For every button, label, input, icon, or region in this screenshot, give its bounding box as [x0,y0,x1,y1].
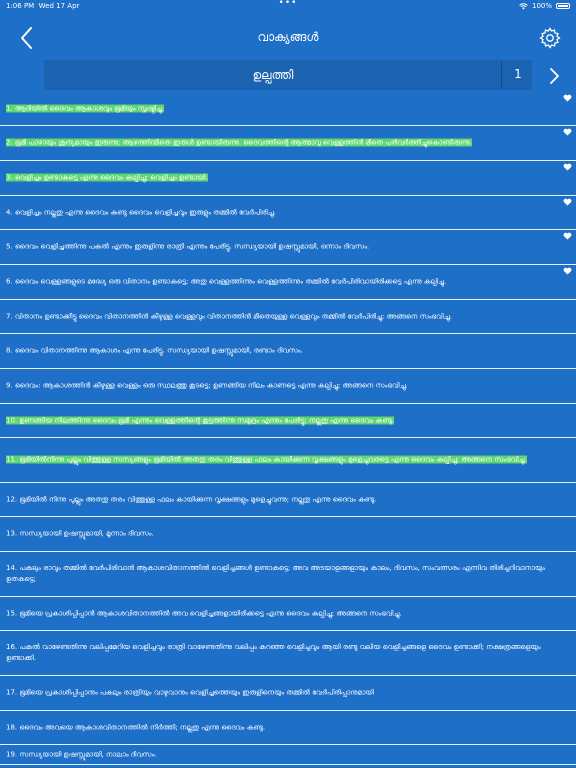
verse-text-span: 7. വിതാനം ഉണ്ടാക്കീട്ടു ദൈവം വിതാനത്തിൻ … [6,312,452,320]
verse-text-span: 19. സന്ധ്യയായി ഉഷസ്സുമായി, നാലാം ദിവസം. [6,750,157,758]
verse-row[interactable]: 4. വെളിച്ചം നല്ലതു എന്നു ദൈവം കണ്ടു ദൈവം… [0,196,576,230]
verse-text: 10. ഉണങ്ങിയ നിലത്തിന്നു ദൈവം ഭൂമി എന്നും… [6,415,558,426]
heart-icon[interactable] [563,198,572,206]
status-bar: 1:06 PM Wed 17 Apr ••• 100% [0,0,576,12]
verse-text-span: 17. ഭൂമിയെ പ്രകാശിപ്പിപ്പാനും പകലും രാത്… [6,688,374,697]
verse-text-span: 15. ഭൂമിയെ പ്രകാശിപ്പിപ്പാൻ ആകാശവിതാനത്ത… [6,609,402,617]
verse-row[interactable]: 13. സന്ധ്യയായി ഉഷസ്സുമായി, മൂന്നാം ദിവസം… [0,517,576,552]
verse-row[interactable]: 9. ദൈവം: ആകാശത്തിൻ കീഴുള്ള വെള്ളം ഒരു സ്… [0,369,576,404]
verse-text: 9. ദൈവം: ആകാശത്തിൻ കീഴുള്ള വെള്ളം ഒരു സ്… [6,381,558,392]
verse-text: 3. വെളിച്ചം ഉണ്ടാകട്ടെ എന്നു ദൈവം കല്പിച… [6,173,558,184]
verse-text-span: 2. ഭൂമി പാഴായും ശൂന്യമായും ഇരുന്നു; ആഴത്… [6,138,472,147]
verse-row[interactable]: 10. ഉണങ്ങിയ നിലത്തിന്നു ദൈവം ഭൂമി എന്നും… [0,404,576,438]
heart-icon[interactable] [563,128,572,136]
verse-text: 12. ഭൂമിയിൽ നിന്നു പുല്ലും അതതു തരം വിത്… [6,494,558,505]
verse-text: 5. ദൈവം വെളിച്ചത്തിന്നു പകൽ എന്നും ഇരുളി… [6,242,558,253]
verse-text-span: 18. ദൈവം അവയെ ആകാശവിതാനത്തിൽ നിർത്തി; നല… [6,723,266,731]
verse-text: 18. ദൈവം അവയെ ആകാശവിതാനത്തിൽ നിർത്തി; നല… [6,722,558,733]
chapter-selector[interactable]: ഉല്പത്തി 1 [44,60,532,90]
verse-text: 16. പകൽ വാഴേണ്ടതിന്നു വലിപ്പമേറിയ വെളിച്… [6,642,558,664]
verse-text-span: 1. ആദിയിൽ ദൈവം ആകാശവും ഭൂമിയും സൃഷ്ടിച്ച… [6,104,165,112]
verse-row[interactable]: 18. ദൈവം അവയെ ആകാശവിതാനത്തിൽ നിർത്തി; നല… [0,711,576,745]
verse-text: 1. ആദിയിൽ ദൈവം ആകാശവും ഭൂമിയും സൃഷ്ടിച്ച… [6,103,558,114]
chapter-number[interactable]: 1 [504,67,532,81]
verse-row[interactable]: 16. പകൽ വാഴേണ്ടതിന്നു വലിപ്പമേറിയ വെളിച്… [0,631,576,676]
verse-text-span: 10. ഉണങ്ങിയ നിലത്തിന്നു ദൈവം ഭൂമി എന്നും… [6,416,395,424]
verse-text: 15. ഭൂമിയെ പ്രകാശിപ്പിപ്പാൻ ആകാശവിതാനത്ത… [6,608,558,619]
book-title[interactable]: ഉല്പത്തി [44,68,502,83]
verse-row[interactable]: 11. ഭൂമിയിൽനിന്നു പുല്ലും വിത്തുള്ള സസ്യ… [0,438,576,483]
verse-text: 17. ഭൂമിയെ പ്രകാശിപ്പിപ്പാനും പകലും രാത്… [6,688,558,699]
verse-text-span: 11. ഭൂമിയിൽനിന്നു പുല്ലും വിത്തുള്ള സസ്യ… [6,455,527,464]
verse-row[interactable]: 7. വിതാനം ഉണ്ടാക്കീട്ടു ദൈവം വിതാനത്തിൻ … [0,300,576,334]
verse-row[interactable]: 6. ദൈവം വെള്ളങ്ങളുടെ മദ്ധ്യേ ഒരു വിതാനം … [0,265,576,300]
verse-row[interactable]: 2. ഭൂമി പാഴായും ശൂന്യമായും ഇരുന്നു; ആഴത്… [0,126,576,161]
verse-text: 2. ഭൂമി പാഴായും ശൂന്യമായും ഇരുന്നു; ആഴത്… [6,138,558,149]
verse-row[interactable]: 8. ദൈവം വിതാനത്തിന്നു ആകാശം എന്നു പേരിട്… [0,334,576,369]
settings-button[interactable] [538,26,562,50]
heart-icon[interactable] [563,163,572,171]
next-chapter-button[interactable] [544,64,564,88]
verse-text: 14. പകലും രാവും തമ്മിൽ വേർപിരിവാൻ ആകാശവി… [6,563,558,585]
verse-text: 4. വെളിച്ചം നല്ലതു എന്നു ദൈവം കണ്ടു ദൈവം… [6,207,558,218]
verse-row[interactable]: 14. പകലും രാവും തമ്മിൽ വേർപിരിവാൻ ആകാശവി… [0,552,576,597]
verse-text-span: 8. ദൈവം വിതാനത്തിന്നു ആകാശം എന്നു പേരിട്… [6,346,303,355]
wifi-icon [519,2,528,9]
verse-text: 19. സന്ധ്യയായി ഉഷസ്സുമായി, നാലാം ദിവസം. [6,749,558,760]
verse-row[interactable]: 3. വെളിച്ചം ഉണ്ടാകട്ടെ എന്നു ദൈവം കല്പിച… [0,161,576,196]
verse-list: 1. ആദിയിൽ ദൈവം ആകാശവും ഭൂമിയും സൃഷ്ടിച്ച… [0,92,576,765]
verse-text-span: 4. വെളിച്ചം നല്ലതു എന്നു ദൈവം കണ്ടു ദൈവം… [6,208,276,216]
verse-text-span: 5. ദൈവം വെളിച്ചത്തിന്നു പകൽ എന്നും ഇരുളി… [6,242,370,251]
verse-text: 13. സന്ധ്യയായി ഉഷസ്സുമായി, മൂന്നാം ദിവസം… [6,529,558,540]
verse-text-span: 16. പകൽ വാഴേണ്ടതിന്നു വലിപ്പമേറിയ വെളിച്… [6,643,541,662]
verse-text: 7. വിതാനം ഉണ്ടാക്കീട്ടു ദൈവം വിതാനത്തിൻ … [6,311,558,322]
heart-icon[interactable] [563,94,572,102]
verse-text-span: 6. ദൈവം വെള്ളങ്ങളുടെ മദ്ധ്യേ ഒരു വിതാനം … [6,277,447,286]
battery-icon [556,3,570,9]
status-right: 100% [519,0,570,12]
verse-row[interactable]: 15. ഭൂമിയെ പ്രകാശിപ്പിപ്പാൻ ആകാശവിതാനത്ത… [0,597,576,631]
verse-row[interactable]: 17. ഭൂമിയെ പ്രകാശിപ്പിപ്പാനും പകലും രാത്… [0,676,576,711]
verse-row[interactable]: 5. ദൈവം വെളിച്ചത്തിന്നു പകൽ എന്നും ഇരുളി… [0,230,576,265]
verse-text-span: 3. വെളിച്ചം ഉണ്ടാകട്ടെ എന്നു ദൈവം കല്പിച… [6,173,208,182]
gear-icon [539,27,561,49]
verse-text-span: 13. സന്ധ്യയായി ഉഷസ്സുമായി, മൂന്നാം ദിവസം… [6,529,154,538]
verse-text: 6. ദൈവം വെള്ളങ്ങളുടെ മദ്ധ്യേ ഒരു വിതാനം … [6,277,558,288]
chevron-right-icon [550,68,559,84]
verse-row[interactable]: 1. ആദിയിൽ ദൈവം ആകാശവും ഭൂമിയും സൃഷ്ടിച്ച… [0,92,576,126]
page-title: വാക്യങ്ങൾ [257,30,319,44]
multitask-dots[interactable]: ••• [0,0,576,9]
verse-text-span: 12. ഭൂമിയിൽ നിന്നു പുല്ലും അതതു തരം വിത്… [6,495,377,503]
verse-text-span: 9. ദൈവം: ആകാശത്തിൻ കീഴുള്ള വെള്ളം ഒരു സ്… [6,381,408,390]
verse-row[interactable]: 19. സന്ധ്യയായി ഉഷസ്സുമായി, നാലാം ദിവസം. [0,745,576,765]
heart-icon[interactable] [563,267,572,275]
nav-bar: വാക്യങ്ങൾ [0,22,576,56]
chapter-divider [501,62,502,88]
heart-icon[interactable] [563,232,572,240]
verse-text: 8. ദൈവം വിതാനത്തിന്നു ആകാശം എന്നു പേരിട്… [6,346,558,357]
verse-text: 11. ഭൂമിയിൽനിന്നു പുല്ലും വിത്തുള്ള സസ്യ… [6,455,558,466]
verse-row[interactable]: 12. ഭൂമിയിൽ നിന്നു പുല്ലും അതതു തരം വിത്… [0,483,576,517]
battery-percent: 100% [531,2,552,10]
verse-text-span: 14. പകലും രാവും തമ്മിൽ വേർപിരിവാൻ ആകാശവി… [6,564,545,583]
